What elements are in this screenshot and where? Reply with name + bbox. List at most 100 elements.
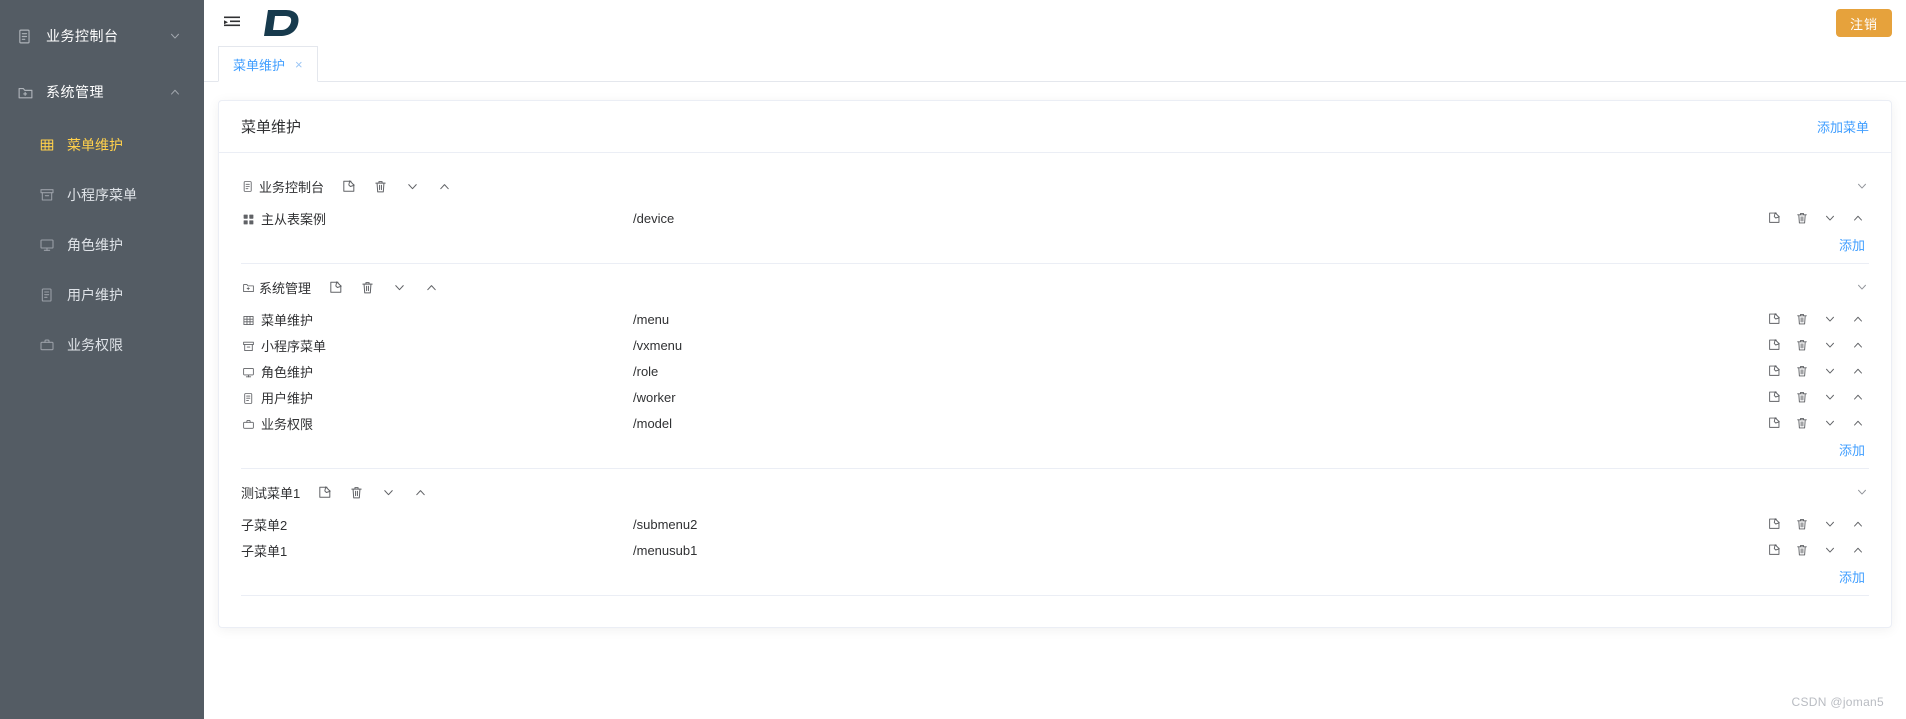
menu-row-name-cell: 用户维护 <box>241 388 633 407</box>
monitor-icon <box>241 365 255 379</box>
tab-close-icon[interactable]: × <box>295 58 303 71</box>
add-submenu-button[interactable]: 添加 <box>1839 235 1865 254</box>
file-copy-icon <box>16 27 34 45</box>
sidebar-group-business-console[interactable]: 业务控制台 <box>0 8 204 64</box>
group-label: 测试菜单1 <box>241 485 301 501</box>
row-edit-icon[interactable] <box>1767 416 1781 430</box>
chevron-up-icon[interactable] <box>168 85 182 99</box>
row-delete-icon[interactable] <box>1795 364 1809 378</box>
sidebar-item-label: 角色维护 <box>67 237 123 253</box>
menu-row-label: 子菜单1 <box>241 543 288 559</box>
app-logo <box>262 5 302 41</box>
menu-row-path: /device <box>633 210 675 226</box>
menu-row: 菜单维护/menu <box>241 306 1869 332</box>
group-divider <box>241 595 1869 596</box>
group-edit-icon[interactable] <box>327 279 343 295</box>
row-chevron-up-icon[interactable] <box>1851 543 1865 557</box>
row-chevron-up-icon[interactable] <box>1851 517 1865 531</box>
row-edit-icon[interactable] <box>1767 364 1781 378</box>
chevron-down-icon[interactable] <box>168 29 182 43</box>
group-delete-icon[interactable] <box>348 484 364 500</box>
menu-row-actions <box>1767 312 1869 326</box>
row-chevron-up-icon[interactable] <box>1851 390 1865 404</box>
group-edit-icon[interactable] <box>316 484 332 500</box>
briefcase-icon <box>38 337 55 354</box>
add-menu-button[interactable]: 添加菜单 <box>1817 117 1869 136</box>
briefcase-icon <box>241 417 255 431</box>
row-delete-icon[interactable] <box>1795 211 1809 225</box>
row-chevron-up-icon[interactable] <box>1851 338 1865 352</box>
menu-row-label: 主从表案例 <box>261 211 327 227</box>
group-header: 业务控制台 <box>241 169 1869 203</box>
tab-菜单维护[interactable]: 菜单维护 × <box>218 46 318 82</box>
menu-row-actions <box>1767 517 1869 531</box>
menu-row-path: /submenu2 <box>633 516 698 532</box>
menu-groups-list: 业务控制台 主从表案例/device 添加 系统管理 菜单维护/menu 小程序菜单/vx… <box>219 153 1891 614</box>
menu-row-name-cell: 小程序菜单 <box>241 336 633 355</box>
group-collapse-chevron-down-icon[interactable] <box>1855 179 1869 193</box>
row-edit-icon[interactable] <box>1767 338 1781 352</box>
group-chevron-down-icon[interactable] <box>404 178 420 194</box>
group-rows: 菜单维护/menu 小程序菜单/vxmenu 角色维护/role 用户维护/worke… <box>241 304 1869 436</box>
add-submenu-button[interactable]: 添加 <box>1839 440 1865 459</box>
row-chevron-down-icon[interactable] <box>1823 517 1837 531</box>
row-chevron-down-icon[interactable] <box>1823 312 1837 326</box>
table-grid-icon <box>38 137 55 154</box>
group-delete-icon[interactable] <box>372 178 388 194</box>
group-collapse-chevron-down-icon[interactable] <box>1855 485 1869 499</box>
row-delete-icon[interactable] <box>1795 338 1809 352</box>
menu-row-name-cell: 子菜单1 <box>241 541 633 560</box>
row-chevron-up-icon[interactable] <box>1851 364 1865 378</box>
sidebar-item-业务权限[interactable]: 业务权限 <box>0 320 204 370</box>
row-edit-icon[interactable] <box>1767 517 1781 531</box>
row-chevron-down-icon[interactable] <box>1823 364 1837 378</box>
menu-row-name-cell: 菜单维护 <box>241 310 633 329</box>
row-chevron-down-icon[interactable] <box>1823 416 1837 430</box>
menu-row-path: /menusub1 <box>633 542 698 558</box>
row-chevron-up-icon[interactable] <box>1851 416 1865 430</box>
row-chevron-down-icon[interactable] <box>1823 338 1837 352</box>
group-chevron-down-icon[interactable] <box>391 279 407 295</box>
group-edit-icon[interactable] <box>340 178 356 194</box>
row-edit-icon[interactable] <box>1767 211 1781 225</box>
group-chevron-up-icon[interactable] <box>423 279 439 295</box>
add-submenu-button[interactable]: 添加 <box>1839 567 1865 586</box>
menu-fold-icon[interactable] <box>222 13 242 33</box>
group-chevron-up-icon[interactable] <box>436 178 452 194</box>
group-rows: 子菜单2/submenu2 子菜单1/menusub1 <box>241 509 1869 563</box>
row-delete-icon[interactable] <box>1795 416 1809 430</box>
sidebar-item-用户维护[interactable]: 用户维护 <box>0 270 204 320</box>
logout-button[interactable]: 注销 <box>1835 9 1892 37</box>
row-delete-icon[interactable] <box>1795 312 1809 326</box>
menu-row-label: 子菜单2 <box>241 517 288 533</box>
group-collapse-chevron-down-icon[interactable] <box>1855 280 1869 294</box>
row-edit-icon[interactable] <box>1767 390 1781 404</box>
row-delete-icon[interactable] <box>1795 390 1809 404</box>
sidebar-group-system-management[interactable]: 系统管理 <box>0 64 204 120</box>
row-delete-icon[interactable] <box>1795 543 1809 557</box>
row-delete-icon[interactable] <box>1795 517 1809 531</box>
row-chevron-down-icon[interactable] <box>1823 543 1837 557</box>
group-chevron-up-icon[interactable] <box>412 484 428 500</box>
sidebar-item-小程序菜单[interactable]: 小程序菜单 <box>0 170 204 220</box>
row-chevron-up-icon[interactable] <box>1851 211 1865 225</box>
row-chevron-up-icon[interactable] <box>1851 312 1865 326</box>
sidebar-item-label: 业务权限 <box>67 337 123 353</box>
menu-row-name-cell: 业务权限 <box>241 414 633 433</box>
app-root: 业务控制台 系统管理 菜单维护 小程序菜单 角色维护 用户维护 业务权限 注销 菜单维护 × <box>0 0 1906 719</box>
row-chevron-down-icon[interactable] <box>1823 390 1837 404</box>
sidebar-item-角色维护[interactable]: 角色维护 <box>0 220 204 270</box>
content-area: 菜单维护 添加菜单 业务控制台 主从表案例/device 添加 系统管理 菜单维护/me… <box>204 82 1906 719</box>
menu-row: 小程序菜单/vxmenu <box>241 332 1869 358</box>
row-edit-icon[interactable] <box>1767 312 1781 326</box>
menu-row-name-cell: 主从表案例 <box>241 209 633 228</box>
menu-row-actions <box>1767 543 1869 557</box>
group-chevron-down-icon[interactable] <box>380 484 396 500</box>
sidebar-item-菜单维护[interactable]: 菜单维护 <box>0 120 204 170</box>
row-chevron-down-icon[interactable] <box>1823 211 1837 225</box>
row-edit-icon[interactable] <box>1767 543 1781 557</box>
sidebar-group-label: 系统管理 <box>46 84 104 100</box>
monitor-icon <box>38 237 55 254</box>
group-delete-icon[interactable] <box>359 279 375 295</box>
tab-bar: 菜单维护 × <box>204 46 1906 82</box>
